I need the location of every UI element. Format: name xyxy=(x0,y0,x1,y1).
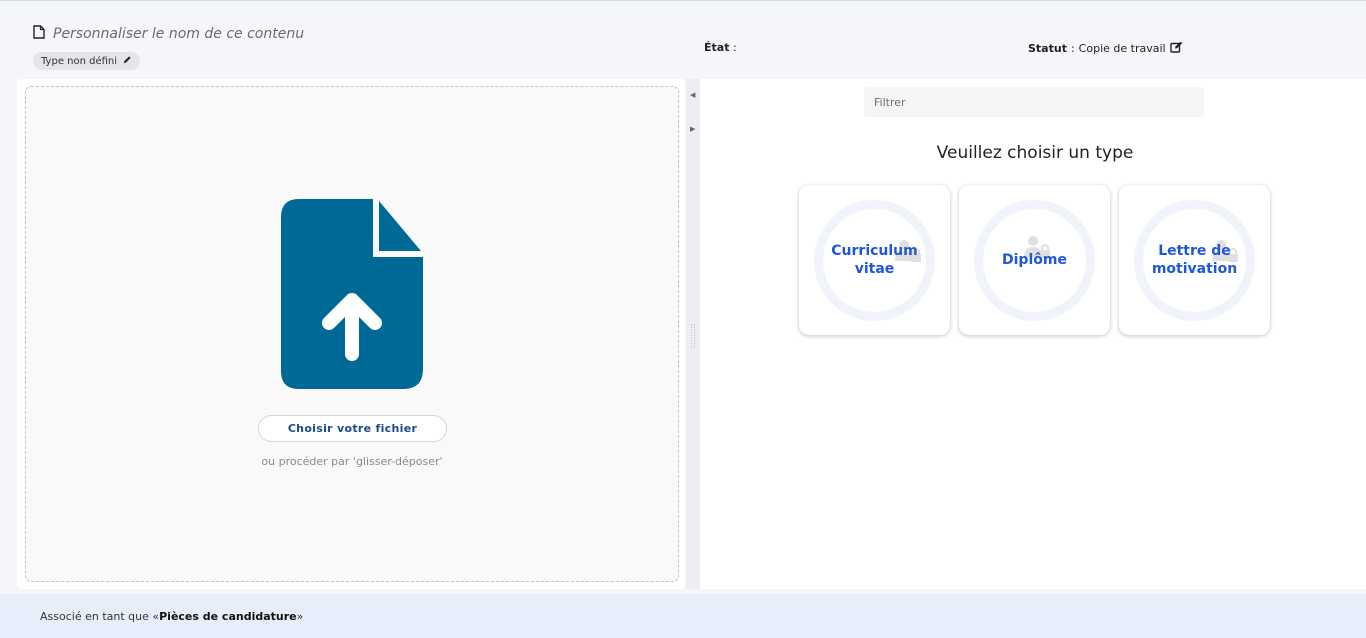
panel-splitter[interactable]: ◀ ▶ xyxy=(686,79,700,589)
collapse-right-icon[interactable]: ▶ xyxy=(690,125,696,133)
type-card-curriculum-vitae[interactable]: Curriculum vitae xyxy=(799,185,950,335)
footer-prefix: Associé en tant que « xyxy=(40,609,160,623)
footer-suffix: » xyxy=(296,609,304,623)
file-upload-icon xyxy=(281,199,423,389)
upload-panel: Choisir votre fichier ou procéder par 'g… xyxy=(17,79,685,589)
drop-zone[interactable]: Choisir votre fichier ou procéder par 'g… xyxy=(25,86,679,582)
etat-field: État : xyxy=(704,41,737,54)
footer-group-name: Pièces de candidature xyxy=(159,609,297,623)
statut-value: Copie de travail xyxy=(1078,42,1166,55)
statut-separator: : xyxy=(1070,42,1075,55)
type-card-label: Diplôme xyxy=(1002,252,1067,268)
drag-handle-icon[interactable] xyxy=(691,324,695,348)
content-title-text: Personnaliser le nom de ce contenu xyxy=(53,26,305,42)
content-header: Personnaliser le nom de ce contenu Type … xyxy=(0,0,1366,78)
etat-label: État xyxy=(704,41,730,54)
type-card-label: Curriculum vitae xyxy=(831,243,918,277)
etat-separator: : xyxy=(729,41,737,54)
type-card-diplome[interactable]: Diplôme xyxy=(959,185,1110,335)
type-picker-panel: Veuillez choisir un type Curriculum vita… xyxy=(700,79,1366,589)
type-badge-label: Type non défini xyxy=(41,55,118,67)
choose-file-button[interactable]: Choisir votre fichier xyxy=(258,415,447,442)
picker-title: Veuillez choisir un type xyxy=(936,143,1134,163)
association-footer: Associé en tant que « Pièces de candidat… xyxy=(0,594,1366,638)
type-card-lettre-de-motivation[interactable]: Lettre de motivation xyxy=(1119,185,1270,335)
edit-icon[interactable] xyxy=(1169,41,1183,56)
pencil-icon xyxy=(123,55,132,67)
drag-drop-hint: ou procéder par 'glisser-déposer' xyxy=(261,455,443,468)
filter-input[interactable] xyxy=(864,87,1204,117)
statut-field: Statut : Copie de travail xyxy=(1028,41,1183,56)
content-title[interactable]: Personnaliser le nom de ce contenu xyxy=(33,25,304,43)
type-badge[interactable]: Type non défini xyxy=(33,52,141,70)
collapse-left-icon[interactable]: ◀ xyxy=(690,91,696,99)
statut-label: Statut xyxy=(1028,42,1067,55)
file-icon xyxy=(33,25,45,43)
type-card-label: Lettre de motivation xyxy=(1151,243,1238,277)
